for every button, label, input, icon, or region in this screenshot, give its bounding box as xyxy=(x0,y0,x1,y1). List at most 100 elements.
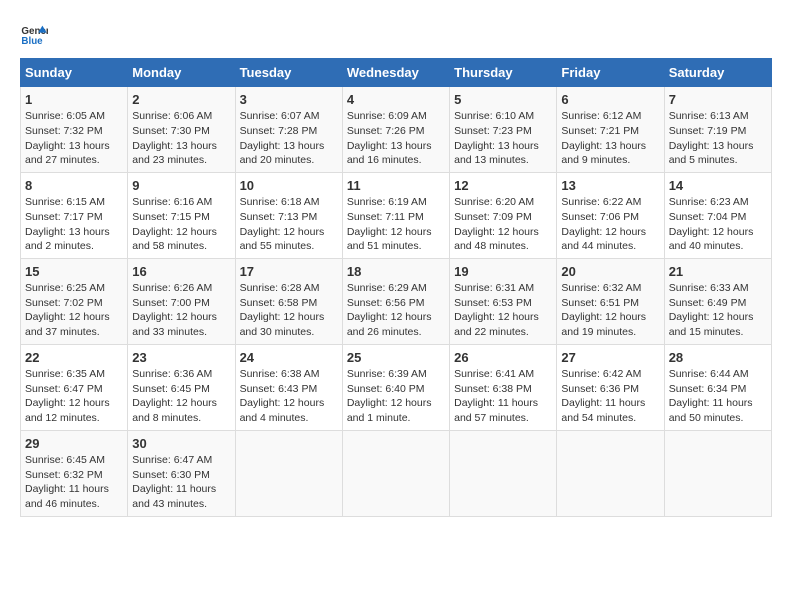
day-number: 25 xyxy=(347,349,445,367)
calendar-cell: 13 Sunrise: 6:22 AMSunset: 7:06 PMDaylig… xyxy=(557,172,664,258)
calendar-week-row: 22 Sunrise: 6:35 AMSunset: 6:47 PMDaylig… xyxy=(21,344,772,430)
day-number: 29 xyxy=(25,435,123,453)
day-info: Sunrise: 6:19 AMSunset: 7:11 PMDaylight:… xyxy=(347,195,445,254)
day-info: Sunrise: 6:15 AMSunset: 7:17 PMDaylight:… xyxy=(25,195,123,254)
day-info: Sunrise: 6:13 AMSunset: 7:19 PMDaylight:… xyxy=(669,109,767,168)
day-info: Sunrise: 6:42 AMSunset: 6:36 PMDaylight:… xyxy=(561,367,659,426)
calendar-cell: 19 Sunrise: 6:31 AMSunset: 6:53 PMDaylig… xyxy=(450,258,557,344)
calendar-cell: 8 Sunrise: 6:15 AMSunset: 7:17 PMDayligh… xyxy=(21,172,128,258)
weekday-header-friday: Friday xyxy=(557,59,664,87)
calendar-cell xyxy=(235,430,342,516)
logo: General Blue xyxy=(20,20,52,48)
calendar-cell: 16 Sunrise: 6:26 AMSunset: 7:00 PMDaylig… xyxy=(128,258,235,344)
calendar-cell: 6 Sunrise: 6:12 AMSunset: 7:21 PMDayligh… xyxy=(557,87,664,173)
calendar-cell: 4 Sunrise: 6:09 AMSunset: 7:26 PMDayligh… xyxy=(342,87,449,173)
day-number: 15 xyxy=(25,263,123,281)
day-info: Sunrise: 6:28 AMSunset: 6:58 PMDaylight:… xyxy=(240,281,338,340)
calendar-cell: 9 Sunrise: 6:16 AMSunset: 7:15 PMDayligh… xyxy=(128,172,235,258)
day-number: 11 xyxy=(347,177,445,195)
calendar-week-row: 8 Sunrise: 6:15 AMSunset: 7:17 PMDayligh… xyxy=(21,172,772,258)
day-info: Sunrise: 6:06 AMSunset: 7:30 PMDaylight:… xyxy=(132,109,230,168)
calendar-week-row: 15 Sunrise: 6:25 AMSunset: 7:02 PMDaylig… xyxy=(21,258,772,344)
day-number: 26 xyxy=(454,349,552,367)
logo-icon: General Blue xyxy=(20,20,48,48)
calendar-cell: 28 Sunrise: 6:44 AMSunset: 6:34 PMDaylig… xyxy=(664,344,771,430)
weekday-header-row: SundayMondayTuesdayWednesdayThursdayFrid… xyxy=(21,59,772,87)
svg-text:Blue: Blue xyxy=(21,36,43,47)
day-number: 8 xyxy=(25,177,123,195)
weekday-header-wednesday: Wednesday xyxy=(342,59,449,87)
day-info: Sunrise: 6:41 AMSunset: 6:38 PMDaylight:… xyxy=(454,367,552,426)
day-info: Sunrise: 6:31 AMSunset: 6:53 PMDaylight:… xyxy=(454,281,552,340)
day-info: Sunrise: 6:05 AMSunset: 7:32 PMDaylight:… xyxy=(25,109,123,168)
day-number: 7 xyxy=(669,91,767,109)
weekday-header-monday: Monday xyxy=(128,59,235,87)
calendar-cell: 24 Sunrise: 6:38 AMSunset: 6:43 PMDaylig… xyxy=(235,344,342,430)
day-number: 24 xyxy=(240,349,338,367)
day-info: Sunrise: 6:07 AMSunset: 7:28 PMDaylight:… xyxy=(240,109,338,168)
calendar-cell: 15 Sunrise: 6:25 AMSunset: 7:02 PMDaylig… xyxy=(21,258,128,344)
day-info: Sunrise: 6:39 AMSunset: 6:40 PMDaylight:… xyxy=(347,367,445,426)
day-info: Sunrise: 6:10 AMSunset: 7:23 PMDaylight:… xyxy=(454,109,552,168)
calendar-cell: 29 Sunrise: 6:45 AMSunset: 6:32 PMDaylig… xyxy=(21,430,128,516)
day-info: Sunrise: 6:18 AMSunset: 7:13 PMDaylight:… xyxy=(240,195,338,254)
day-info: Sunrise: 6:32 AMSunset: 6:51 PMDaylight:… xyxy=(561,281,659,340)
day-number: 18 xyxy=(347,263,445,281)
calendar-cell: 10 Sunrise: 6:18 AMSunset: 7:13 PMDaylig… xyxy=(235,172,342,258)
calendar-cell: 17 Sunrise: 6:28 AMSunset: 6:58 PMDaylig… xyxy=(235,258,342,344)
day-info: Sunrise: 6:44 AMSunset: 6:34 PMDaylight:… xyxy=(669,367,767,426)
day-info: Sunrise: 6:29 AMSunset: 6:56 PMDaylight:… xyxy=(347,281,445,340)
day-number: 19 xyxy=(454,263,552,281)
calendar-week-row: 29 Sunrise: 6:45 AMSunset: 6:32 PMDaylig… xyxy=(21,430,772,516)
day-info: Sunrise: 6:36 AMSunset: 6:45 PMDaylight:… xyxy=(132,367,230,426)
calendar-cell: 18 Sunrise: 6:29 AMSunset: 6:56 PMDaylig… xyxy=(342,258,449,344)
day-info: Sunrise: 6:20 AMSunset: 7:09 PMDaylight:… xyxy=(454,195,552,254)
day-number: 28 xyxy=(669,349,767,367)
day-info: Sunrise: 6:26 AMSunset: 7:00 PMDaylight:… xyxy=(132,281,230,340)
day-info: Sunrise: 6:33 AMSunset: 6:49 PMDaylight:… xyxy=(669,281,767,340)
weekday-header-sunday: Sunday xyxy=(21,59,128,87)
calendar-cell: 3 Sunrise: 6:07 AMSunset: 7:28 PMDayligh… xyxy=(235,87,342,173)
calendar-cell xyxy=(342,430,449,516)
day-number: 21 xyxy=(669,263,767,281)
day-number: 13 xyxy=(561,177,659,195)
day-number: 10 xyxy=(240,177,338,195)
calendar-cell: 2 Sunrise: 6:06 AMSunset: 7:30 PMDayligh… xyxy=(128,87,235,173)
day-number: 5 xyxy=(454,91,552,109)
day-number: 27 xyxy=(561,349,659,367)
calendar-cell: 26 Sunrise: 6:41 AMSunset: 6:38 PMDaylig… xyxy=(450,344,557,430)
calendar-cell: 20 Sunrise: 6:32 AMSunset: 6:51 PMDaylig… xyxy=(557,258,664,344)
day-info: Sunrise: 6:12 AMSunset: 7:21 PMDaylight:… xyxy=(561,109,659,168)
header: General Blue xyxy=(20,20,772,48)
day-number: 30 xyxy=(132,435,230,453)
day-number: 22 xyxy=(25,349,123,367)
calendar-body: 1 Sunrise: 6:05 AMSunset: 7:32 PMDayligh… xyxy=(21,87,772,517)
calendar-cell: 23 Sunrise: 6:36 AMSunset: 6:45 PMDaylig… xyxy=(128,344,235,430)
calendar-cell: 27 Sunrise: 6:42 AMSunset: 6:36 PMDaylig… xyxy=(557,344,664,430)
weekday-header-tuesday: Tuesday xyxy=(235,59,342,87)
calendar-cell: 25 Sunrise: 6:39 AMSunset: 6:40 PMDaylig… xyxy=(342,344,449,430)
day-number: 9 xyxy=(132,177,230,195)
day-number: 4 xyxy=(347,91,445,109)
calendar-cell: 21 Sunrise: 6:33 AMSunset: 6:49 PMDaylig… xyxy=(664,258,771,344)
day-number: 16 xyxy=(132,263,230,281)
day-info: Sunrise: 6:47 AMSunset: 6:30 PMDaylight:… xyxy=(132,453,230,512)
calendar-cell: 22 Sunrise: 6:35 AMSunset: 6:47 PMDaylig… xyxy=(21,344,128,430)
calendar-cell: 14 Sunrise: 6:23 AMSunset: 7:04 PMDaylig… xyxy=(664,172,771,258)
day-info: Sunrise: 6:25 AMSunset: 7:02 PMDaylight:… xyxy=(25,281,123,340)
calendar-cell: 7 Sunrise: 6:13 AMSunset: 7:19 PMDayligh… xyxy=(664,87,771,173)
weekday-header-thursday: Thursday xyxy=(450,59,557,87)
calendar-cell: 1 Sunrise: 6:05 AMSunset: 7:32 PMDayligh… xyxy=(21,87,128,173)
calendar-header: SundayMondayTuesdayWednesdayThursdayFrid… xyxy=(21,59,772,87)
day-info: Sunrise: 6:35 AMSunset: 6:47 PMDaylight:… xyxy=(25,367,123,426)
calendar-table: SundayMondayTuesdayWednesdayThursdayFrid… xyxy=(20,58,772,517)
day-info: Sunrise: 6:16 AMSunset: 7:15 PMDaylight:… xyxy=(132,195,230,254)
day-info: Sunrise: 6:22 AMSunset: 7:06 PMDaylight:… xyxy=(561,195,659,254)
day-number: 1 xyxy=(25,91,123,109)
day-number: 3 xyxy=(240,91,338,109)
day-info: Sunrise: 6:38 AMSunset: 6:43 PMDaylight:… xyxy=(240,367,338,426)
calendar-cell: 12 Sunrise: 6:20 AMSunset: 7:09 PMDaylig… xyxy=(450,172,557,258)
day-number: 12 xyxy=(454,177,552,195)
calendar-cell: 5 Sunrise: 6:10 AMSunset: 7:23 PMDayligh… xyxy=(450,87,557,173)
day-info: Sunrise: 6:45 AMSunset: 6:32 PMDaylight:… xyxy=(25,453,123,512)
